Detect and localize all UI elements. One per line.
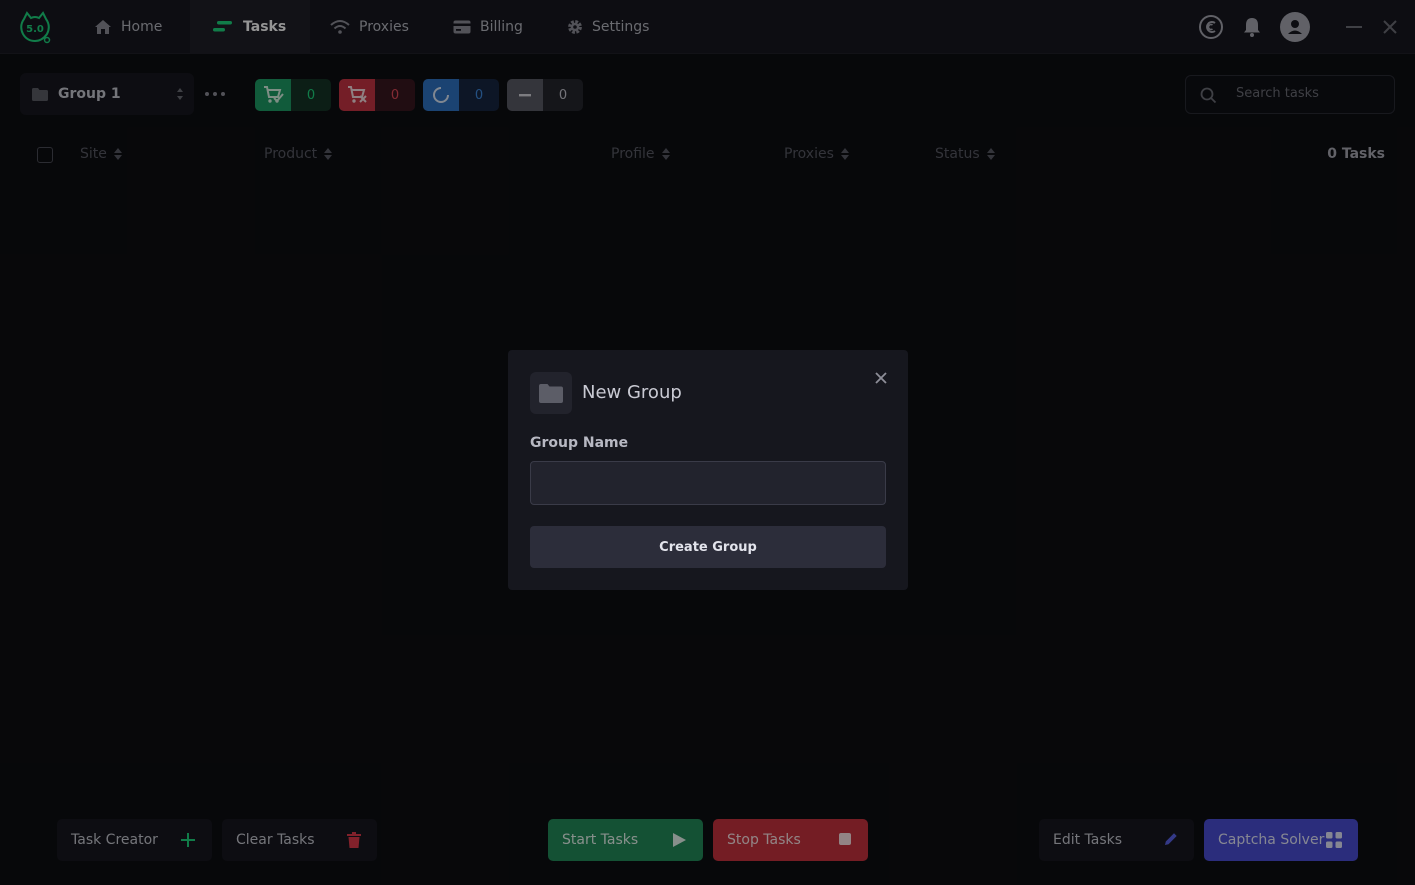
group-name-input[interactable]	[530, 461, 886, 505]
new-group-modal: New Group Group Name Create Group	[508, 350, 908, 590]
close-icon[interactable]	[874, 371, 888, 385]
group-name-label: Group Name	[530, 435, 629, 451]
create-group-button[interactable]: Create Group	[530, 526, 886, 568]
modal-folder-badge	[530, 372, 572, 414]
modal-title: New Group	[582, 382, 682, 403]
create-group-label: Create Group	[659, 539, 757, 555]
folder-icon	[539, 383, 563, 403]
